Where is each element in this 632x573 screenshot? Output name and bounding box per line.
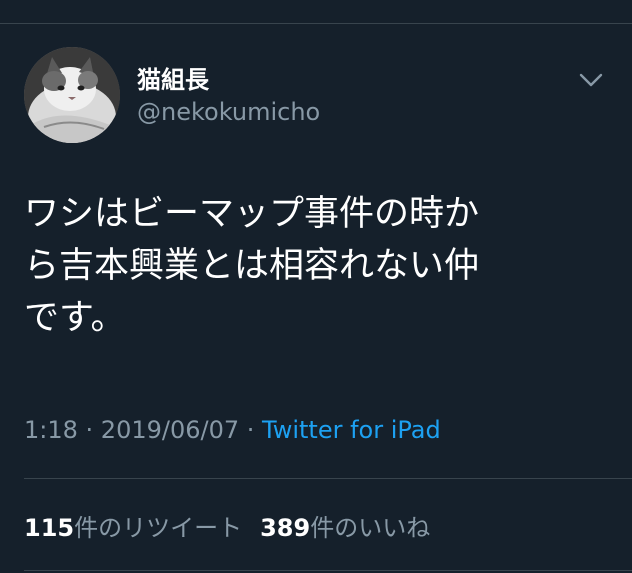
tweet-source-link[interactable]: Twitter for iPad [262, 416, 441, 444]
tweet-date[interactable]: 2019/06/07 [101, 416, 239, 444]
tweet-time[interactable]: 1:18 [24, 416, 78, 444]
display-name[interactable]: 猫組長 [137, 60, 209, 95]
retweet-count: 115 [24, 514, 75, 542]
chevron-down-icon[interactable] [576, 68, 606, 92]
user-handle[interactable]: @nekokumicho [137, 98, 320, 126]
tweet-text-line: ワシはビーマップ事件の時か [24, 194, 480, 234]
tweet-detail: 猫組長 @nekokumicho ワシはビーマップ事件の時か ら吉本興業とは相容… [0, 0, 632, 573]
meta-separator: · [77, 416, 101, 444]
tweet-text-line: です。 [24, 298, 126, 338]
meta-separator: · [239, 416, 263, 444]
like-label: 件のいいね [310, 514, 431, 542]
tweet-text: ワシはビーマップ事件の時か ら吉本興業とは相容れない仲 です。 [24, 188, 616, 344]
top-divider [0, 23, 632, 24]
retweet-label: 件のリツイート [74, 514, 243, 542]
stats-divider-bottom [24, 570, 632, 571]
avatar[interactable] [24, 47, 120, 143]
tweet-meta: 1:18 · 2019/06/07 · Twitter for iPad [24, 416, 441, 444]
likes-stat[interactable]: 389件のいいね [260, 514, 430, 542]
tweet-text-line: ら吉本興業とは相容れない仲 [24, 246, 480, 286]
cat-avatar-image [24, 47, 120, 143]
retweets-stat[interactable]: 115件のリツイート [24, 514, 242, 542]
like-count: 389 [260, 514, 311, 542]
tweet-stats: 115件のリツイート 389件のいいね [24, 508, 430, 543]
stats-divider-top [24, 478, 632, 479]
